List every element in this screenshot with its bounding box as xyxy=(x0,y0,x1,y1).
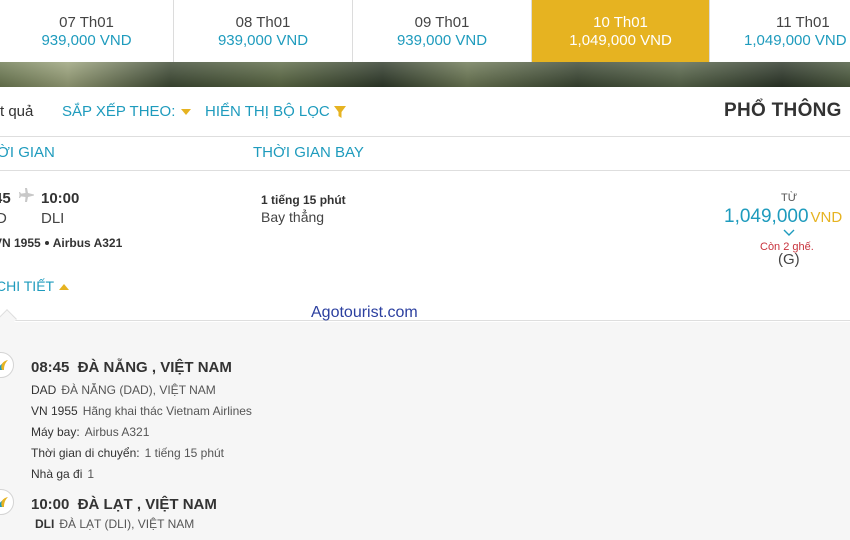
travel-time-value: 1 tiếng 15 phút xyxy=(144,446,225,460)
date-tab-price: 1,049,000 VND xyxy=(569,32,672,49)
segment-terminal: Nhà ga đi 1 xyxy=(31,467,94,481)
flight-details-panel: 08:45 ĐÀ NẴNG , VIỆT NAM DAD ĐÀ NẴNG (DAD… xyxy=(0,322,850,540)
aircraft-type: Airbus A321 xyxy=(52,236,123,250)
destination-banner xyxy=(0,62,850,87)
results-count-label: t quả xyxy=(0,103,34,120)
date-tab-07[interactable]: 07 Th01 939,000 VND xyxy=(0,0,174,62)
airport-name: ĐÀ LẠT (DLI), VIỆT NAM xyxy=(59,517,195,531)
flight-result-row[interactable]: 45 10:00 D DLI VN 1955 Airbus A321 1 tiến… xyxy=(0,171,850,329)
flight-number: VN 1955 xyxy=(0,236,41,250)
flight-info: VN 1955 Airbus A321 xyxy=(0,236,122,250)
stops-label: Bay thẳng xyxy=(261,209,325,225)
results-toolbar: t quả SẮP XẾP THEO: HIỂN THỊ BỘ LỌC PHỔ … xyxy=(0,87,850,137)
arrival-code: DLI xyxy=(41,210,65,227)
segment-time: 10:00 xyxy=(31,496,70,513)
column-header-time[interactable]: ỜI GIAN xyxy=(0,144,55,161)
show-filter-button[interactable]: HIỂN THỊ BỘ LỌC xyxy=(205,103,346,120)
flight-duration: 1 tiếng 15 phút xyxy=(261,193,346,207)
fare-price[interactable]: 1,049,000 VND xyxy=(724,206,842,228)
date-tab-date: 09 Th01 xyxy=(414,14,470,31)
segment-travel-time: Thời gian di chuyển: 1 tiếng 15 phút xyxy=(31,446,224,460)
departure-code: D xyxy=(0,210,7,227)
segment-place: ĐÀ NẴNG , VIỆT NAM xyxy=(77,359,232,376)
column-headers: ỜI GIAN THỜI GIAN BAY xyxy=(0,137,850,171)
date-tab-11[interactable]: 11 Th01 1,049,000 VND xyxy=(710,0,850,62)
airport-code: DLI xyxy=(35,517,55,531)
flight-details-toggle[interactable]: CHI TIẾT xyxy=(0,278,70,294)
segment-flight: VN 1955 Hãng khai thác Vietnam Airlines xyxy=(31,404,252,418)
arrival-time: 10:00 xyxy=(41,190,80,207)
date-tab-10-selected[interactable]: 10 Th01 1,049,000 VND xyxy=(532,0,710,62)
fare-class: (G) xyxy=(778,251,800,268)
caret-down-icon xyxy=(181,109,192,116)
date-tab-08[interactable]: 08 Th01 939,000 VND xyxy=(174,0,353,62)
date-tab-date: 11 Th01 xyxy=(776,14,830,31)
aircraft-label: Máy bay: xyxy=(31,425,80,439)
segment-airport: DLI ĐÀ LẠT (DLI), VIỆT NAM xyxy=(35,517,194,531)
sort-dropdown[interactable]: SẮP XẾP THEO: xyxy=(62,103,192,120)
date-tab-date: 08 Th01 xyxy=(235,14,291,31)
terminal-label: Nhà ga đi xyxy=(31,467,83,481)
segment-airport: DAD ĐÀ NẴNG (DAD), VIỆT NAM xyxy=(31,383,216,397)
airport-code: DAD xyxy=(31,383,57,397)
date-selector: 07 Th01 939,000 VND 08 Th01 939,000 VND … xyxy=(0,0,850,62)
cabin-class-title: PHỔ THÔNG xyxy=(724,100,842,121)
airport-name: ĐÀ NẴNG (DAD), VIỆT NAM xyxy=(61,383,216,397)
sort-label: SẮP XẾP THEO: xyxy=(62,103,176,120)
date-tab-date: 10 Th01 xyxy=(593,14,648,31)
segment-arrival-title: 10:00 ĐÀ LẠT , VIỆT NAM xyxy=(31,496,217,513)
caret-up-icon xyxy=(59,284,70,291)
travel-time-label: Thời gian di chuyển: xyxy=(31,446,140,460)
separator-dot xyxy=(44,240,49,245)
terminal-value: 1 xyxy=(87,467,95,481)
chevron-down-icon[interactable] xyxy=(783,229,795,237)
filter-label: HIỂN THỊ BỘ LỌC xyxy=(205,103,330,120)
segment-time: 08:45 xyxy=(31,359,70,376)
aircraft-value: Airbus A321 xyxy=(84,425,150,439)
segment-operator: Hãng khai thác Vietnam Airlines xyxy=(82,404,252,418)
column-header-duration[interactable]: THỜI GIAN BAY xyxy=(253,144,364,161)
segment-departure-title: 08:45 ĐÀ NẴNG , VIỆT NAM xyxy=(31,359,232,376)
airline-logo-icon xyxy=(0,352,14,378)
price-currency: VND xyxy=(810,209,843,226)
date-tab-price: 939,000 VND xyxy=(217,32,309,49)
filter-icon xyxy=(333,106,346,119)
price-value: 1,049,000 xyxy=(724,206,809,227)
plane-icon xyxy=(19,188,34,202)
date-tab-price: 939,000 VND xyxy=(396,32,488,49)
date-tab-09[interactable]: 09 Th01 939,000 VND xyxy=(353,0,532,62)
date-tab-price: 1,049,000 VND xyxy=(744,32,847,49)
watermark-text: Agotourist.com xyxy=(311,304,418,321)
segment-aircraft: Máy bay: Airbus A321 xyxy=(31,425,149,439)
segment-place: ĐÀ LẠT , VIỆT NAM xyxy=(77,496,217,513)
date-tab-price: 939,000 VND xyxy=(41,32,132,49)
segment-flight-number: VN 1955 xyxy=(31,404,78,418)
date-tab-date: 07 Th01 xyxy=(59,14,114,31)
departure-time: 45 xyxy=(0,190,11,207)
airline-logo-icon xyxy=(0,489,14,515)
details-label: CHI TIẾT xyxy=(0,278,55,294)
price-from-label: TỪ xyxy=(781,192,798,204)
